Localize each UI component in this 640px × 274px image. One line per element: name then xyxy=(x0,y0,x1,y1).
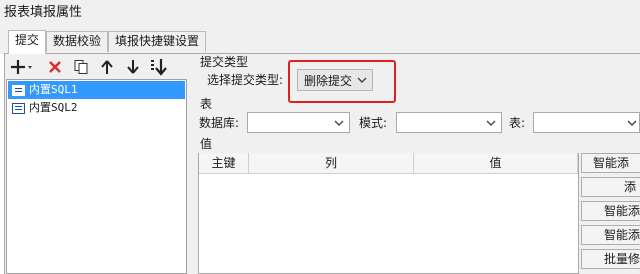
table-label: 表: xyxy=(509,116,526,130)
move-up-button[interactable] xyxy=(96,57,118,77)
column-header-primary-key[interactable]: 主键 xyxy=(199,153,249,174)
window-title: 报表填报属性 xyxy=(4,5,83,20)
chevron-down-icon xyxy=(357,77,367,83)
smart-add-button[interactable]: 智能添 xyxy=(581,153,640,173)
sql-icon xyxy=(12,103,25,114)
tab-submit[interactable]: 提交 xyxy=(8,30,46,54)
chevron-down-icon xyxy=(334,120,344,126)
column-header-column[interactable]: 列 xyxy=(249,153,414,174)
tab-label: 提交 xyxy=(15,33,40,47)
column-header-value[interactable]: 值 xyxy=(414,153,578,174)
tab-label: 填报快捷键设置 xyxy=(115,34,200,48)
values-section-label: 值 xyxy=(200,137,213,151)
add-button[interactable] xyxy=(9,57,37,77)
window-titlebar xyxy=(0,0,640,26)
delete-button[interactable] xyxy=(44,57,66,77)
list-item[interactable]: 内置SQL1 xyxy=(8,81,185,99)
copy-icon xyxy=(74,60,88,74)
add-icon xyxy=(11,60,32,74)
table-section-label: 表 xyxy=(200,97,213,111)
schema-label: 模式: xyxy=(359,116,388,130)
smart-add-button-2[interactable]: 智能添 xyxy=(581,201,640,221)
add-button[interactable]: 添 xyxy=(581,177,640,197)
sort-icon xyxy=(151,59,167,76)
table-select[interactable] xyxy=(533,112,640,133)
sort-button[interactable] xyxy=(148,57,170,77)
tab-label: 数据校验 xyxy=(53,34,102,48)
move-up-icon xyxy=(101,60,113,74)
sql-icon xyxy=(12,85,25,96)
database-select[interactable] xyxy=(247,112,350,133)
submit-type-section-label: 提交类型 xyxy=(200,55,249,69)
submit-type-value: 删除提交 xyxy=(304,74,353,88)
database-label: 数据库: xyxy=(199,116,240,130)
list-item[interactable]: 内置SQL2 xyxy=(8,99,185,117)
schema-select[interactable] xyxy=(396,112,502,133)
copy-button[interactable] xyxy=(70,57,92,77)
list-item-label: 内置SQL1 xyxy=(29,83,78,96)
chevron-down-icon xyxy=(486,120,496,126)
move-down-icon xyxy=(127,60,139,74)
submit-type-select[interactable]: 删除提交 xyxy=(297,69,373,91)
delete-icon xyxy=(49,61,61,73)
tab-data-validation[interactable]: 数据校验 xyxy=(46,31,108,52)
chevron-down-icon xyxy=(627,120,637,126)
submit-type-select-label: 选择提交类型: xyxy=(207,73,284,87)
smart-add-button-3[interactable]: 智能添 xyxy=(581,225,640,245)
move-down-button[interactable] xyxy=(122,57,144,77)
tab-fill-shortcut-settings[interactable]: 填报快捷键设置 xyxy=(108,31,206,52)
batch-modify-button[interactable]: 批量修 xyxy=(581,249,640,269)
list-item-label: 内置SQL2 xyxy=(29,101,78,114)
